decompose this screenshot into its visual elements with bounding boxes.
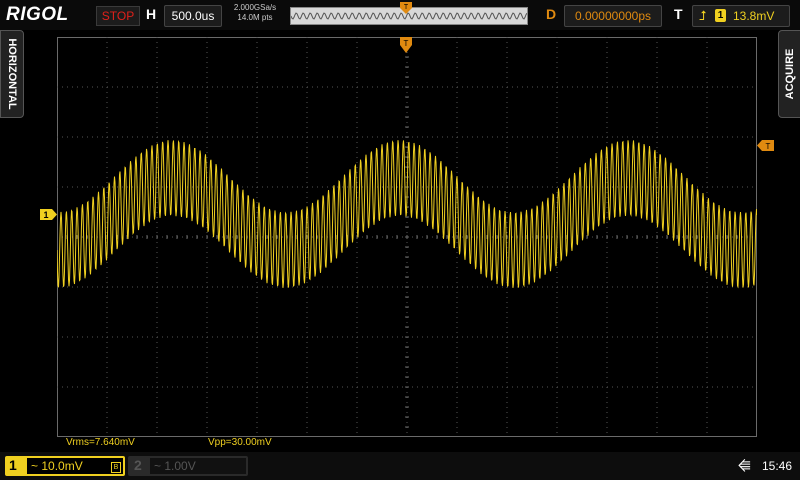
trigger-position-marker[interactable]: T bbox=[399, 37, 413, 53]
run-stop-indicator[interactable]: STOP bbox=[96, 6, 140, 26]
bandwidth-limit-icon: B bbox=[111, 462, 121, 473]
channel-2-scale-value: 1.00V bbox=[164, 459, 196, 473]
channel-1-ground-label: 1 bbox=[43, 210, 48, 220]
trigger-level: 13.8mV bbox=[733, 9, 775, 23]
channel-1-coupling: ~ bbox=[31, 459, 39, 473]
trigger-label: T bbox=[674, 6, 683, 22]
trigger-position-top-marker: T bbox=[400, 2, 412, 14]
channel-2-coupling: ~ bbox=[154, 459, 162, 473]
horizontal-menu-tab[interactable]: HORIZONTAL bbox=[0, 30, 24, 118]
channel-1-scale-value: 10.0mV bbox=[41, 459, 83, 473]
vrms-measurement: Vrms=7.640mV bbox=[66, 437, 135, 448]
channel-1-ground-marker[interactable]: 1 bbox=[40, 209, 57, 220]
graticule bbox=[57, 37, 757, 437]
usb-icon: ⭅ bbox=[738, 458, 751, 474]
trigger-readout[interactable]: ⮥ 1 13.8mV bbox=[692, 5, 790, 27]
timebase-readout[interactable]: 500.0us bbox=[164, 5, 222, 27]
acquire-tab-label: ACQUIRE bbox=[784, 48, 796, 100]
channel-1-number: 1 bbox=[9, 457, 17, 473]
horizontal-label: H bbox=[146, 6, 157, 22]
channel-1-scale: ~ 10.0mV bbox=[31, 458, 83, 474]
trigger-top-marker-label: T bbox=[404, 4, 409, 11]
acquisition-info: 2.000GSa/s 14.0M pts bbox=[224, 3, 286, 23]
channel-1-status[interactable]: 1 ~ 10.0mV B bbox=[5, 456, 125, 476]
channel-2-scale: ~ 1.00V bbox=[154, 458, 196, 474]
rising-edge-icon: ⮥ bbox=[699, 8, 707, 23]
trigger-level-marker[interactable]: T bbox=[757, 140, 774, 151]
trigger-source-badge: 1 bbox=[715, 9, 726, 22]
trigger-level-label: T bbox=[766, 142, 771, 151]
vpp-measurement: Vpp=30.00mV bbox=[208, 437, 272, 448]
channel-2-status[interactable]: 2 ~ 1.00V bbox=[128, 456, 248, 476]
sample-rate: 2.000GSa/s bbox=[233, 3, 277, 12]
delay-readout[interactable]: 0.00000000ps bbox=[564, 5, 662, 27]
waveform-display[interactable] bbox=[57, 37, 757, 437]
acquire-menu-tab[interactable]: ACQUIRE bbox=[778, 30, 800, 118]
trigger-position-label: T bbox=[404, 39, 409, 48]
horizontal-tab-label: HORIZONTAL bbox=[6, 38, 18, 110]
clock: 15:46 bbox=[762, 459, 793, 473]
memory-depth: 14.0M pts bbox=[237, 13, 273, 22]
brand-logo: RIGOL bbox=[6, 4, 69, 25]
top-status-bar: RIGOL STOP H 500.0us 2.000GSa/s 14.0M pt… bbox=[0, 0, 800, 30]
channel-2-number: 2 bbox=[134, 457, 142, 473]
delay-label: D bbox=[546, 6, 557, 22]
